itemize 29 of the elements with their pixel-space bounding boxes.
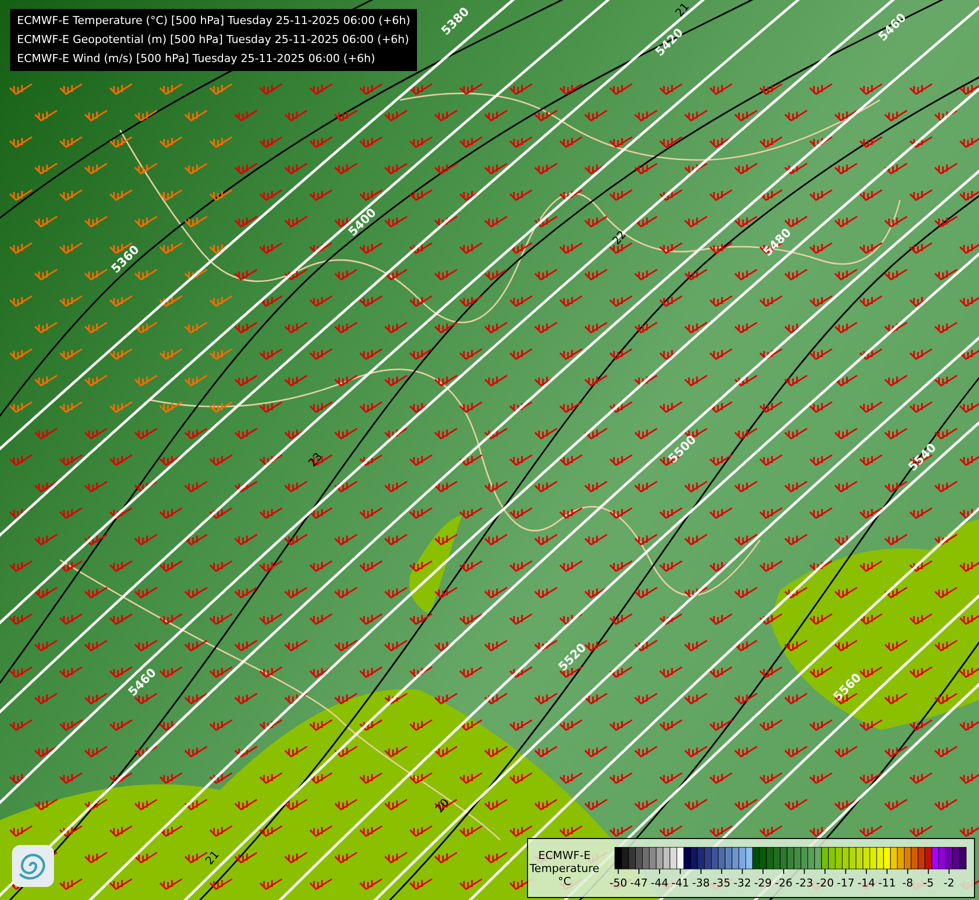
map-title: ECMWF-E Geopotential (m) [500 hPa] Tuesday 25-11-2025 06:00 (+6h) [17, 32, 410, 48]
tick-label: -44 [650, 876, 668, 890]
contour-label: 22 [610, 228, 629, 248]
tick-label: -35 [712, 876, 730, 890]
legend-title: ECMWF-E [538, 848, 591, 862]
tick-label: -41 [671, 876, 689, 890]
tick-label: -2 [944, 876, 954, 890]
tick-label: -23 [795, 876, 813, 890]
tick-label: -5 [922, 876, 934, 890]
contour-label: 21 [202, 848, 222, 868]
map-title: ECMWF-E Temperature (°C) [500 hPa] Tuesday 25-11-2025 06:00 (+6h) [17, 13, 410, 29]
legend-title: Temperature [530, 862, 600, 874]
contour-label: 23 [306, 450, 325, 470]
tick-label: -50 [609, 876, 627, 890]
tick-label: -32 [733, 876, 751, 890]
map-title: ECMWF-E Wind (m/s) [500 hPa] Tuesday 25-11-2025 06:00 (+6h) [17, 51, 376, 67]
tick-label: -38 [692, 876, 710, 890]
contour-label: 21 [672, 0, 692, 20]
logo-icon [12, 845, 54, 887]
tick-label: -17 [836, 876, 854, 890]
tick-label: -26 [774, 876, 792, 890]
legend-title: °C [558, 874, 572, 888]
contour-label: 20 [432, 796, 452, 816]
tick-label: -47 [630, 876, 648, 890]
tick-label: -8 [902, 876, 913, 890]
tick-label: -14 [857, 876, 876, 890]
tick-label: -11 [878, 876, 896, 890]
tick-label: -29 [754, 876, 772, 890]
tick-label: -20 [816, 876, 834, 890]
